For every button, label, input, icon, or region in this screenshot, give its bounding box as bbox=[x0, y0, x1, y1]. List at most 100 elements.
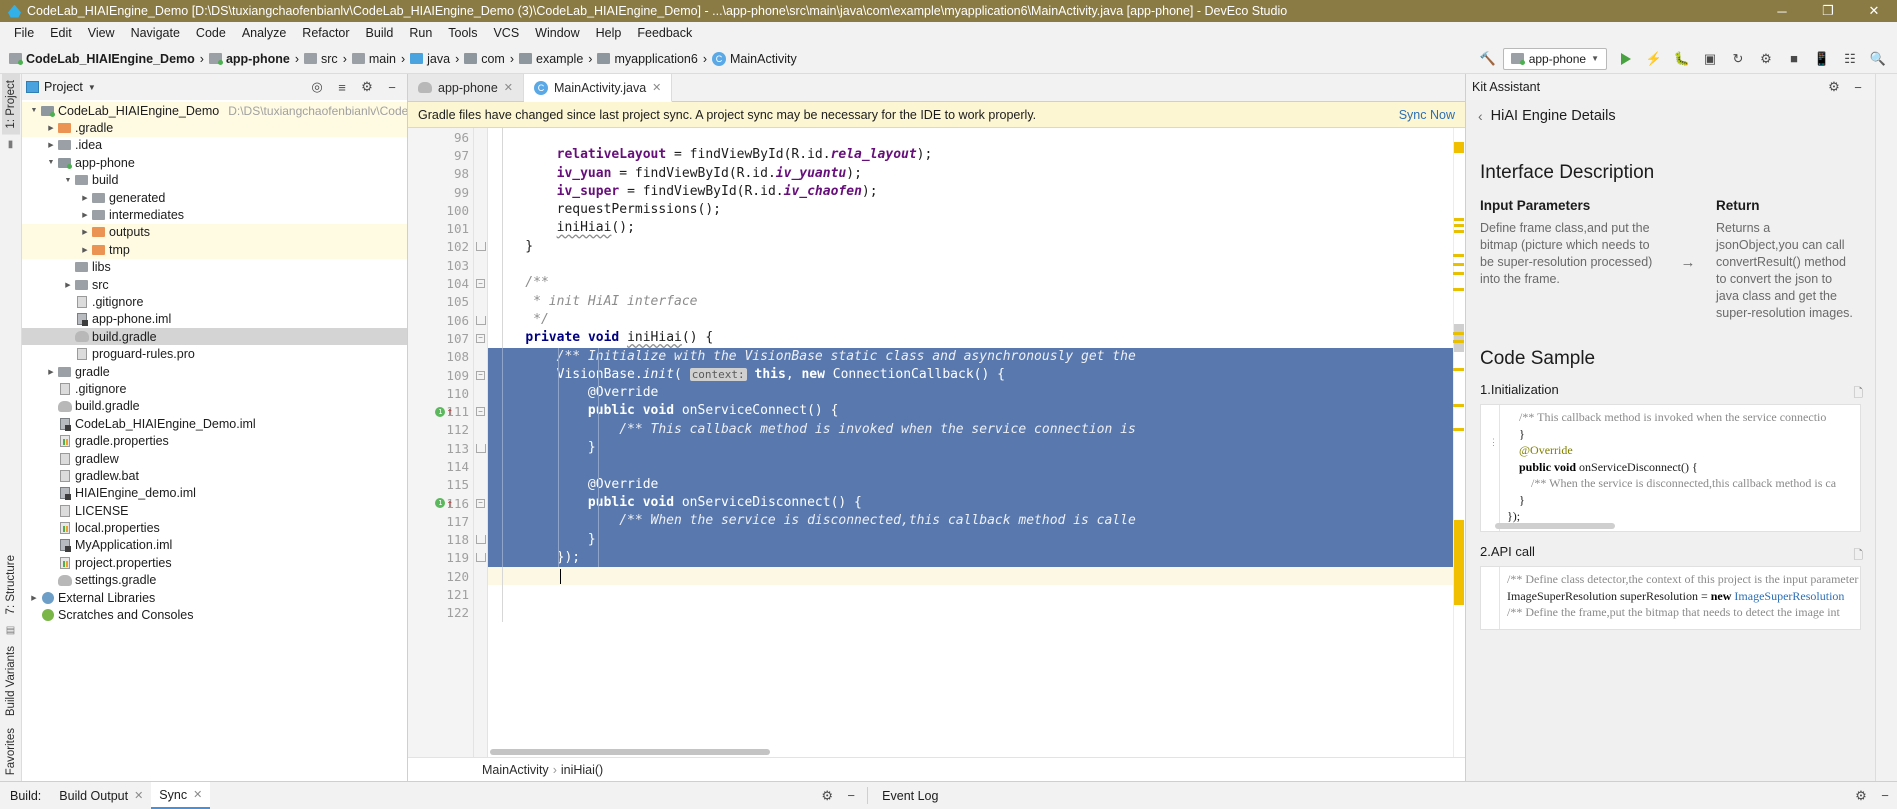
breadcrumb-item-app-phone[interactable]: app-phone bbox=[206, 51, 293, 67]
code-line[interactable]: } bbox=[488, 439, 1453, 458]
settings-icon[interactable]: ⚙ bbox=[356, 77, 378, 97]
tree-node-src[interactable]: src bbox=[22, 276, 407, 293]
hammer-icon[interactable]: 🔨 bbox=[1475, 47, 1501, 71]
code-line[interactable]: /** Initialize with the VisionBase stati… bbox=[488, 347, 1453, 366]
menu-vcs[interactable]: VCS bbox=[485, 24, 527, 42]
fold-marker[interactable]: − bbox=[474, 274, 487, 292]
fold-marker[interactable]: − bbox=[474, 366, 487, 384]
locate-icon[interactable]: ◎ bbox=[306, 77, 328, 97]
code-line[interactable]: iniHiai(); bbox=[488, 219, 1453, 238]
fold-marker[interactable]: − bbox=[474, 329, 487, 347]
menu-tools[interactable]: Tools bbox=[440, 24, 485, 42]
code-line[interactable]: } bbox=[488, 530, 1453, 549]
code-line[interactable]: public void onServiceDisconnect() { bbox=[488, 493, 1453, 513]
hide-icon[interactable]: − bbox=[839, 782, 863, 809]
tree-node-external-libraries[interactable]: External Libraries bbox=[22, 589, 407, 606]
close-icon[interactable]: ✕ bbox=[504, 81, 513, 94]
expand-toggle-icon[interactable] bbox=[79, 246, 91, 254]
code-line[interactable]: requestPermissions(); bbox=[488, 201, 1453, 220]
rail-tab-favorites[interactable]: Favorites bbox=[2, 722, 20, 781]
code-line[interactable]: /** When the service is disconnected,thi… bbox=[488, 512, 1453, 531]
stop-icon[interactable]: ■ bbox=[1781, 47, 1807, 71]
event-log-section[interactable]: Event Log bbox=[872, 782, 1244, 809]
layout-inspector-icon[interactable]: ☷ bbox=[1837, 47, 1863, 71]
apply-changes-icon[interactable]: ⚡ bbox=[1641, 47, 1667, 71]
collapse-all-icon[interactable]: ≡ bbox=[331, 77, 353, 97]
run-configuration-selector[interactable]: app-phone ▼ bbox=[1502, 47, 1607, 70]
fold-marker[interactable] bbox=[474, 549, 487, 567]
code-folding-gutter[interactable]: − − − − − bbox=[474, 128, 488, 757]
fold-marker[interactable] bbox=[474, 238, 487, 256]
tree-node-build[interactable]: build bbox=[22, 172, 407, 189]
tree-node-generated[interactable]: generated bbox=[22, 189, 407, 206]
tree-node-gradle-properties[interactable]: gradle.properties bbox=[22, 432, 407, 449]
code-line[interactable] bbox=[488, 603, 1453, 623]
horizontal-scrollbar[interactable] bbox=[490, 749, 770, 755]
tree-node-scratches-and-consoles[interactable]: Scratches and Consoles bbox=[22, 606, 407, 623]
breadcrumb-item-com[interactable]: com bbox=[461, 51, 508, 67]
tree-node-libs[interactable]: libs bbox=[22, 259, 407, 276]
breadcrumb-item-example[interactable]: example bbox=[516, 51, 586, 67]
bottom-tab-sync[interactable]: Sync ✕ bbox=[151, 782, 211, 809]
rail-tab-build-variants[interactable]: Build Variants bbox=[2, 640, 20, 722]
close-button[interactable]: ✕ bbox=[1851, 0, 1897, 22]
editor-tab-mainactivity[interactable]: C MainActivity.java ✕ bbox=[524, 74, 673, 102]
avd-manager-icon[interactable]: 📱 bbox=[1809, 47, 1835, 71]
menu-window[interactable]: Window bbox=[527, 24, 587, 42]
code-line[interactable]: VisionBase.init( context: this, new Conn… bbox=[488, 365, 1453, 385]
code-line[interactable] bbox=[488, 567, 1453, 586]
tree-node-outputs[interactable]: outputs bbox=[22, 223, 407, 242]
settings-icon[interactable]: ⚙ bbox=[815, 782, 839, 809]
breadcrumb-item-package[interactable]: myapplication6 bbox=[594, 51, 700, 67]
tree-node--gitignore[interactable]: .gitignore bbox=[22, 293, 407, 310]
code-line[interactable]: private void iniHiai() { bbox=[488, 329, 1453, 348]
code-line[interactable]: public void onServiceConnect() { bbox=[488, 402, 1453, 421]
code-line[interactable]: iv_super = findViewById(R.id.iv_chaofen)… bbox=[488, 182, 1453, 202]
breakpoint-marker[interactable]: 1 ↑ bbox=[435, 406, 453, 417]
status-breadcrumb-method[interactable]: iniHiai() bbox=[561, 763, 603, 777]
fold-marker[interactable] bbox=[474, 531, 487, 549]
tree-node-codelab-hiaiengine-demo[interactable]: CodeLab_HIAIEngine_Demo D:\DS\tuxiangchao… bbox=[22, 102, 407, 120]
tree-node-license[interactable]: LICENSE bbox=[22, 502, 407, 519]
fold-marker[interactable] bbox=[474, 311, 487, 329]
menu-build[interactable]: Build bbox=[358, 24, 402, 42]
breadcrumb-item-src[interactable]: src bbox=[301, 51, 341, 67]
menu-edit[interactable]: Edit bbox=[42, 24, 80, 42]
bottom-tab-build-output[interactable]: Build Output ✕ bbox=[51, 782, 151, 809]
editor-tab-app-phone[interactable]: app-phone ✕ bbox=[408, 74, 524, 101]
expand-toggle-icon[interactable] bbox=[28, 107, 40, 114]
rail-tab-project[interactable]: 1: Project bbox=[1, 74, 20, 135]
expand-toggle-icon[interactable] bbox=[79, 228, 91, 236]
project-tree[interactable]: CodeLab_HIAIEngine_Demo D:\DS\tuxiangchao… bbox=[22, 100, 407, 781]
code-line[interactable] bbox=[488, 256, 1453, 275]
code-line[interactable]: relativeLayout = findViewById(R.id.rela_… bbox=[488, 146, 1453, 165]
code-line[interactable]: @Override bbox=[488, 475, 1453, 494]
status-breadcrumb-class[interactable]: MainActivity bbox=[482, 763, 549, 777]
close-icon[interactable]: ✕ bbox=[134, 789, 143, 802]
profile-icon[interactable]: ↻ bbox=[1725, 47, 1751, 71]
tree-node-build-gradle[interactable]: build.gradle bbox=[22, 328, 407, 346]
code-text[interactable]: relativeLayout = findViewById(R.id.rela_… bbox=[488, 128, 1453, 757]
expand-toggle-icon[interactable] bbox=[45, 159, 57, 166]
breakpoint-marker[interactable]: 1 ↑ bbox=[435, 498, 453, 509]
sync-now-link[interactable]: Sync Now bbox=[1399, 108, 1455, 122]
sdk-manager-icon[interactable]: ⚙ bbox=[1753, 47, 1779, 71]
code-line[interactable]: /** bbox=[488, 274, 1453, 293]
code-line[interactable]: }); bbox=[488, 548, 1453, 568]
tree-node-project-properties[interactable]: project.properties bbox=[22, 554, 407, 571]
code-line[interactable] bbox=[488, 128, 1453, 147]
tree-node-gradlew[interactable]: gradlew bbox=[22, 450, 407, 467]
chevron-down-icon[interactable]: ▼ bbox=[88, 83, 96, 92]
hide-icon[interactable]: − bbox=[1847, 77, 1869, 97]
code-line[interactable]: } bbox=[488, 237, 1453, 257]
coverage-icon[interactable]: ▣ bbox=[1697, 47, 1723, 71]
breadcrumb-item-java[interactable]: java bbox=[407, 51, 453, 67]
tree-node-gradle[interactable]: gradle bbox=[22, 363, 407, 380]
kit-assistant-body[interactable]: Interface Description Input Parameters D… bbox=[1466, 132, 1875, 781]
fold-marker[interactable] bbox=[474, 439, 487, 457]
breadcrumb-item-main[interactable]: main bbox=[349, 51, 399, 67]
menu-help[interactable]: Help bbox=[588, 24, 630, 42]
tree-node--gitignore[interactable]: .gitignore bbox=[22, 380, 407, 397]
expand-toggle-icon[interactable] bbox=[62, 177, 74, 184]
rail-tab-structure[interactable]: 7: Structure bbox=[2, 549, 20, 620]
